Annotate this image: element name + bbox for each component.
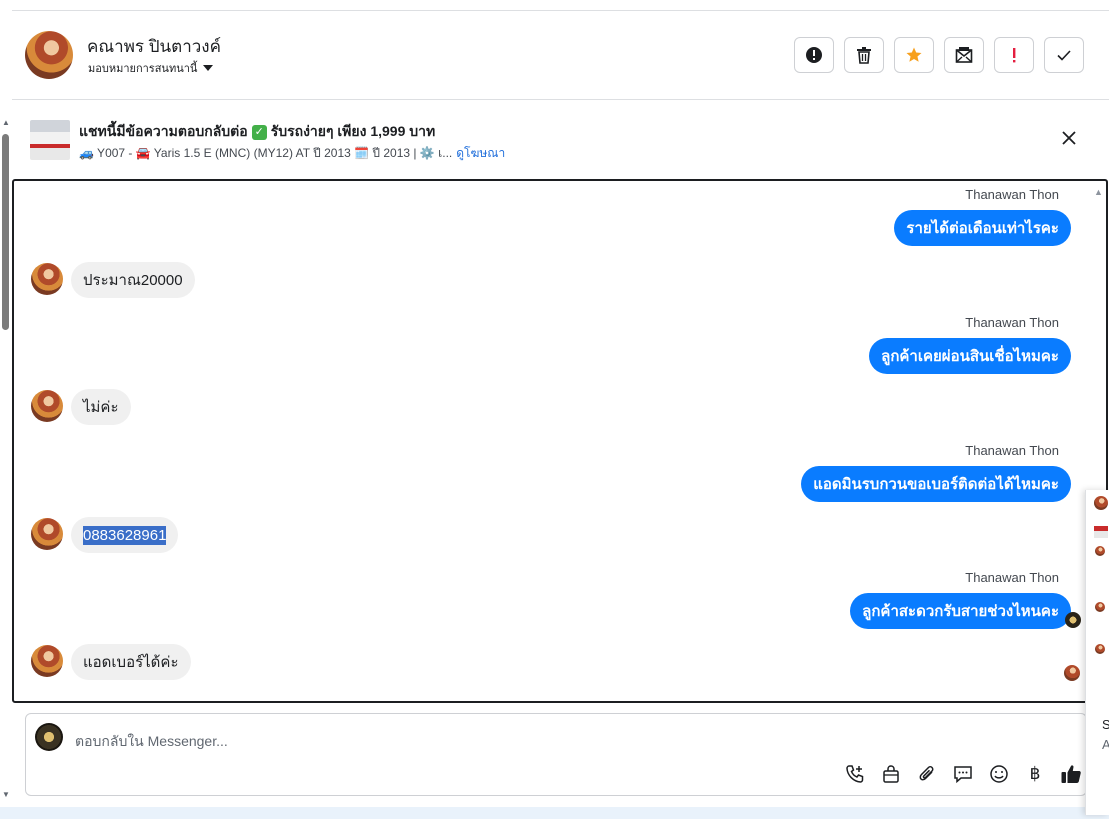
report-button[interactable] (794, 37, 834, 73)
contact-avatar-small[interactable] (31, 390, 63, 422)
ad-title: แชทนี้มีข้อความตอบกลับต่อ ✓ รับรถง่ายๆ เ… (79, 121, 435, 143)
bottom-strip (0, 807, 1109, 819)
star-button[interactable] (894, 37, 934, 73)
sender-name: Thanawan Thon (965, 187, 1059, 202)
messenger-inbox: ▲ ▼ คณาพร ปินตาวงค์ มอบหมายการสนทนานี้ แ… (0, 0, 1109, 819)
contact-avatar-small[interactable] (31, 645, 63, 677)
panel-avatar (1095, 644, 1105, 654)
page-scrollbar[interactable]: ▲ ▼ (0, 110, 12, 810)
chat-scroll-up-icon[interactable]: ▲ (1094, 187, 1103, 197)
message-thread[interactable]: ▲ Thanawan Thon รายได้ต่อเดือนเท่าไรคะ ป… (12, 179, 1108, 703)
payment-button[interactable]: ฿ (1024, 763, 1046, 785)
panel-avatar (1094, 496, 1108, 510)
header-actions (794, 37, 1084, 73)
baht-payment-icon: ฿ (1029, 764, 1041, 783)
emoji-button[interactable] (988, 763, 1010, 785)
panel-ad-thumbnail (1094, 526, 1108, 538)
like-button[interactable] (1060, 763, 1082, 785)
outgoing-message[interactable]: รายได้ต่อเดือนเท่าไรคะ (894, 210, 1071, 246)
delete-button[interactable] (844, 37, 884, 73)
contact-avatar[interactable] (25, 31, 73, 79)
trash-icon (857, 47, 871, 64)
sender-name: Thanawan Thon (965, 315, 1059, 330)
incoming-message[interactable]: ประมาณ20000 (71, 262, 195, 298)
check-icon (1057, 50, 1071, 61)
attach-button[interactable] (916, 763, 938, 785)
assign-conversation-dropdown[interactable]: มอบหมายการสนทนานี้ (88, 59, 214, 77)
call-add-button[interactable] (844, 763, 866, 785)
shopping-bag-icon (883, 765, 899, 783)
incoming-message[interactable]: 0883628961 (71, 517, 179, 553)
attachment-icon (919, 766, 934, 781)
green-check-icon: ✓ (251, 124, 267, 140)
shop-button[interactable] (880, 763, 902, 785)
conversation-header: คณาพร ปินตาวงค์ มอบหมายการสนทนานี้ (12, 11, 1109, 100)
incoming-message[interactable]: ไม่ค่ะ (71, 389, 131, 425)
call-add-icon (846, 765, 864, 783)
close-ad-bar-button[interactable] (1059, 128, 1079, 148)
ad-thumbnail[interactable] (30, 120, 70, 160)
emoji-icon (990, 765, 1008, 783)
panel-text: A (1102, 737, 1109, 752)
incoming-message[interactable]: แอดเบอร์ได้ค่ะ (71, 644, 191, 680)
seen-by-avatar (1065, 612, 1081, 628)
ad-context-bar: แชทนี้มีข้อความตอบกลับต่อ ✓ รับรถง่ายๆ เ… (12, 100, 1109, 178)
panel-avatar (1095, 546, 1105, 556)
saved-replies-icon (954, 766, 972, 784)
panel-text: S (1102, 717, 1109, 732)
assign-label: มอบหมายการสนทนานี้ (88, 63, 198, 75)
contact-avatar-small[interactable] (31, 518, 63, 550)
sender-name: Thanawan Thon (965, 570, 1059, 585)
contact-avatar-small[interactable] (31, 263, 63, 295)
star-icon (906, 47, 922, 62)
spam-icon (1013, 48, 1016, 63)
outgoing-message[interactable]: ลูกค้าสะดวกรับสายช่วงไหนคะ (850, 593, 1071, 629)
outgoing-message[interactable]: ลูกค้าเคยผ่อนสินเชื่อไหมคะ (869, 338, 1071, 374)
ad-title-text: แชทนี้มีข้อความตอบกลับต่อ (79, 123, 248, 139)
spam-button[interactable] (994, 37, 1034, 73)
saved-replies-button[interactable] (952, 763, 974, 785)
panel-avatar (1095, 602, 1105, 612)
composer-tools: ฿ (844, 763, 1082, 785)
view-ad-link[interactable]: ดูโฆษณา (456, 144, 505, 163)
caret-down-icon (203, 65, 214, 71)
floating-side-panel[interactable]: S A (1085, 490, 1109, 815)
page-avatar (35, 723, 63, 751)
reply-input[interactable]: ตอบกลับใน Messenger... (75, 731, 228, 753)
ad-details-text: 🚙 Y007 - 🚘 Yaris 1.5 E (MNC) (MY12) AT ป… (79, 146, 453, 160)
ad-title-suffix: รับรถง่ายๆ เพียง 1,999 บาท (270, 123, 436, 139)
mark-unread-button[interactable] (944, 37, 984, 73)
report-icon (806, 47, 822, 63)
outgoing-message[interactable]: แอดมินรบกวนขอเบอร์ติดต่อได้ไหมคะ (801, 466, 1071, 502)
contact-name[interactable]: คณาพร ปินตาวงค์ (87, 33, 221, 60)
scroll-down-arrow-icon[interactable]: ▼ (2, 790, 10, 799)
reply-composer[interactable]: ตอบกลับใน Messenger... ฿ (25, 713, 1087, 796)
sender-name: Thanawan Thon (965, 443, 1059, 458)
scroll-up-arrow-icon[interactable]: ▲ (2, 118, 10, 127)
close-icon (1062, 131, 1076, 145)
scrollbar-thumb[interactable] (2, 134, 9, 330)
selected-phone-number[interactable]: 0883628961 (83, 525, 167, 545)
seen-by-avatar (1064, 665, 1080, 681)
mark-done-button[interactable] (1044, 37, 1084, 73)
ad-details: 🚙 Y007 - 🚘 Yaris 1.5 E (MNC) (MY12) AT ป… (79, 144, 505, 163)
like-icon (1061, 765, 1081, 783)
mark-unread-icon (955, 47, 973, 63)
